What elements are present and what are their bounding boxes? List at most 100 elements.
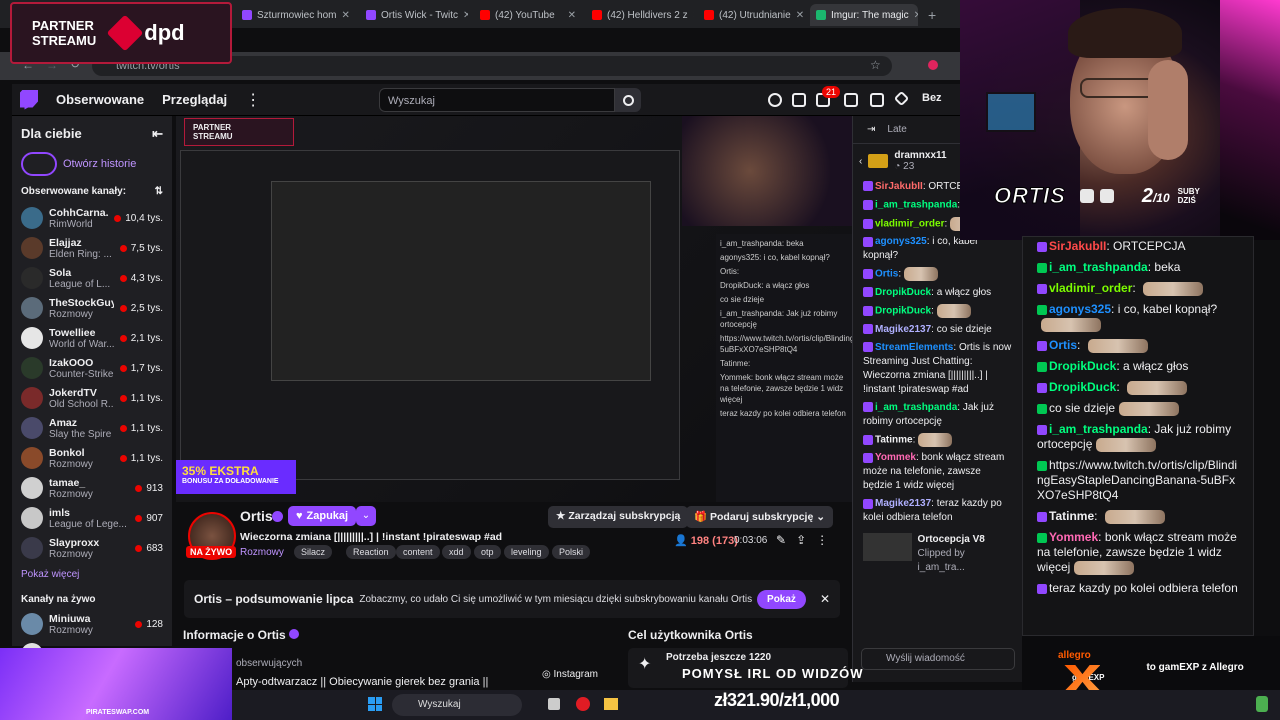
nav-browse[interactable]: Przeglądaj	[162, 92, 227, 107]
chat-username[interactable]: Magike2137	[875, 324, 931, 335]
twitch-logo-icon[interactable]	[20, 89, 38, 110]
sort-icon[interactable]: ⇅	[155, 186, 163, 197]
more-menu-icon[interactable]: ⋮	[245, 90, 261, 110]
expand-chat-icon[interactable]: ⇥	[867, 124, 875, 135]
chat-username[interactable]: i_am_trashpanda	[875, 402, 957, 413]
activity-icon[interactable]	[768, 93, 782, 107]
overlay-chat-text: teraz kazdy po kolei odbiera telefon	[1049, 581, 1238, 595]
emote-icon	[903, 267, 938, 282]
category-link[interactable]: Rozmowy	[240, 547, 284, 558]
sidebar-channel[interactable]: JokerdTV Old School R... 1,1 tys.	[12, 383, 172, 413]
chat-username[interactable]: vladimir_order	[875, 218, 944, 229]
tray-icon[interactable]	[1256, 696, 1268, 712]
chat-username[interactable]: Magike2137	[875, 498, 931, 509]
twitch-icon	[366, 10, 376, 20]
nav-following[interactable]: Obserwowane	[56, 92, 144, 107]
close-tab-icon[interactable]: ✕	[463, 10, 468, 21]
overlay-chat-text: a włącz głos	[1123, 359, 1189, 373]
windows-start-icon[interactable]	[368, 697, 382, 711]
sidebar-channel[interactable]: CohhCarna... RimWorld 10,4 tys.	[12, 203, 172, 233]
sidebar-channel[interactable]: tamae_ Rozmowy 913	[12, 473, 172, 503]
stream-tag[interactable]: xdd	[442, 545, 471, 559]
heart-icon: ♥	[296, 510, 303, 522]
live-dot-icon	[119, 364, 127, 372]
chat-username[interactable]: Tatinme	[875, 434, 913, 445]
chat-username[interactable]: DropikDuck	[875, 306, 931, 317]
taskbar-search[interactable]: Wyszukaj	[392, 694, 522, 716]
close-tab-icon[interactable]: ✕	[693, 10, 694, 21]
chat-username[interactable]: agonys325	[875, 236, 927, 247]
instagram-link[interactable]: ◎ Instagram	[542, 669, 598, 680]
sidebar-channel[interactable]: IzakOOO Counter-Strike 1,7 tys.	[12, 353, 172, 383]
sidebar-channel[interactable]: Sola League of L... 4,3 tys.	[12, 263, 172, 293]
browser-tab[interactable]: Szturmowiec hom ✕	[236, 4, 354, 26]
new-tab-button[interactable]: +	[922, 4, 942, 26]
browser-tab[interactable]: Ortis Wick - Twitc ✕	[360, 4, 468, 26]
chat-badge-icon	[1037, 304, 1047, 315]
follow-dropdown-icon[interactable]: ⌄	[356, 506, 376, 526]
chat-username[interactable]: Ortis	[875, 269, 898, 280]
recap-show-button[interactable]: Pokaż	[757, 589, 806, 609]
sidebar-channel[interactable]: Slayproxx Rozmowy 683	[12, 533, 172, 563]
dpd-logo: dpd	[106, 14, 185, 52]
stream-tag[interactable]: Silacz	[294, 545, 333, 559]
chat-username[interactable]: DropikDuck	[875, 287, 931, 298]
close-tab-icon[interactable]: ✕	[914, 10, 918, 21]
search-input[interactable]: Wyszukaj	[379, 88, 615, 112]
inbox-icon[interactable]	[844, 93, 858, 107]
sidebar-channel[interactable]: TheStockGuy Rozmowy 2,5 tys.	[12, 293, 172, 323]
chat-username[interactable]: Yommek	[875, 452, 916, 463]
sidebar-channel[interactable]: Towelliee World of War... 2,1 tys.	[12, 323, 172, 353]
extension-icon[interactable]	[928, 60, 938, 70]
clip-card[interactable]: Ortocepcja V8 Clipped by i_am_tra...	[853, 531, 1022, 577]
collapse-sidebar-icon[interactable]: ⇤	[152, 126, 163, 142]
chat-username[interactable]: SirJakubII	[875, 181, 923, 192]
bits-icon[interactable]	[893, 90, 910, 107]
follow-button[interactable]: ♥ Zapukaj	[288, 506, 357, 526]
chat-username[interactable]: StreamElements	[875, 342, 953, 353]
stories-button[interactable]: Otwórz historie	[12, 142, 172, 176]
prime-button[interactable]: Bez	[922, 92, 942, 104]
manage-subscription-button[interactable]: ★ Zarządzaj subskrypcją	[548, 506, 689, 528]
close-tab-icon[interactable]: ✕	[796, 10, 804, 21]
whispers-icon[interactable]	[870, 93, 884, 107]
overlay-chat-text: i co, kabel kopnął?	[1117, 302, 1218, 316]
opera-icon[interactable]	[576, 697, 590, 711]
edit-icon[interactable]: ✎	[776, 533, 796, 547]
extensions-icon[interactable]	[792, 93, 806, 107]
close-icon[interactable]: ✕	[820, 592, 830, 606]
browser-tab[interactable]: (42) Utrudnianie ✕	[698, 4, 806, 26]
more-options-icon[interactable]: ⋮	[816, 533, 838, 547]
stream-tag[interactable]: Reaction	[346, 545, 396, 559]
chat-badge-icon	[1037, 532, 1047, 543]
gift-subscription-button[interactable]: 🎁 Podaruj subskrypcję ⌄	[686, 506, 834, 528]
avatar	[21, 417, 43, 439]
sidebar-channel[interactable]: Bonkol Rozmowy 1,1 tys.	[12, 443, 172, 473]
sidebar-channel[interactable]: Amaz Slay the Spire 1,1 tys.	[12, 413, 172, 443]
twitch-icon	[242, 10, 252, 20]
bookmark-star-icon[interactable]: ☆	[870, 58, 881, 72]
browser-tab[interactable]: (42) YouTube ✕	[474, 4, 582, 26]
stream-tag[interactable]: leveling	[504, 545, 549, 559]
sidebar-channel[interactable]: Miniuwa Rozmowy 128	[12, 609, 172, 639]
stream-tag[interactable]: Polski	[552, 545, 591, 559]
close-tab-icon[interactable]: ✕	[568, 10, 576, 21]
chat-input[interactable]: Wyślij wiadomość	[861, 648, 1015, 670]
browser-tab[interactable]: (42) Helldivers 2 z✕	[586, 4, 694, 26]
sidebar-channel[interactable]: Elajjaz Elden Ring: ... 7,5 tys.	[12, 233, 172, 263]
video-player[interactable]: PARTNER STREAMU i_am_trashpanda: beka agon…	[176, 116, 852, 502]
share-icon[interactable]: ⇪	[796, 533, 816, 547]
search-button[interactable]	[615, 88, 641, 112]
file-explorer-icon[interactable]	[604, 698, 618, 710]
stream-tag[interactable]: otp	[474, 545, 501, 559]
channel-name[interactable]: Ortis	[240, 508, 273, 524]
chat-message: i_am_trashpanda: Jak już robimy ortocepc…	[863, 401, 994, 427]
sidebar-channel[interactable]: imls League of Lege... 907	[12, 503, 172, 533]
close-tab-icon[interactable]: ✕	[341, 10, 349, 21]
task-view-icon[interactable]	[548, 698, 560, 710]
chat-username[interactable]: i_am_trashpanda	[875, 200, 957, 211]
browser-tab-active[interactable]: Imgur: The magic ✕	[810, 4, 918, 26]
show-more-link[interactable]: Pokaż więcej	[12, 563, 172, 586]
stream-tag[interactable]: content	[396, 545, 440, 559]
left-sidebar: Dla ciebie ⇤ Otwórz historie Obserwowane …	[12, 116, 172, 665]
